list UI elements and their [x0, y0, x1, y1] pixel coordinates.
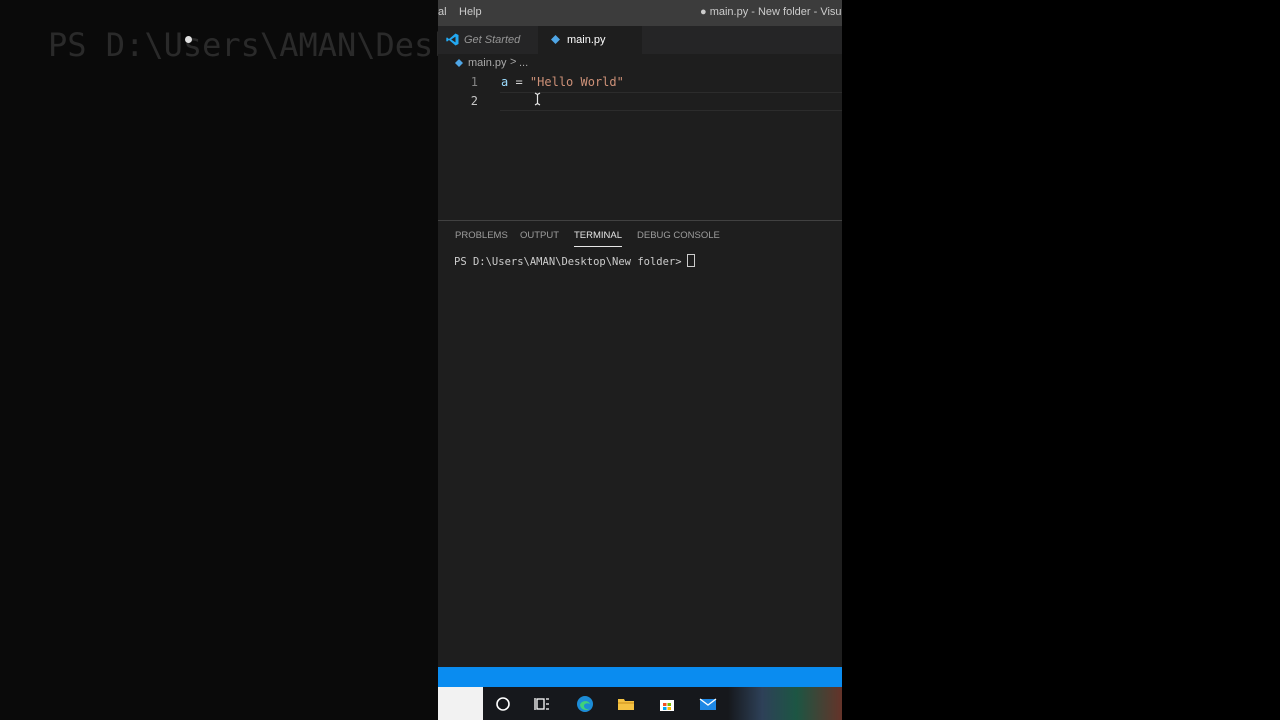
panel-tabs: PROBLEMS OUTPUT TERMINAL DEBUG CONSOLE: [438, 221, 842, 249]
terminal[interactable]: PS D:\Users\AMAN\Desktop\New folder>: [438, 249, 842, 667]
right-blur-backdrop: [842, 0, 1280, 720]
python-file-icon: [455, 59, 463, 67]
menu-terminal[interactable]: al: [438, 6, 447, 18]
task-view-icon[interactable]: [534, 695, 552, 713]
python-file-icon: [551, 35, 560, 44]
edge-icon[interactable]: [576, 695, 594, 713]
blurred-taskbar-icons: [728, 687, 842, 720]
current-line-highlight: [500, 92, 842, 111]
left-blur-backdrop: PS D:\Users\AMAN\Desk: [0, 0, 438, 720]
breadcrumb-file[interactable]: main.py: [468, 57, 507, 69]
breadcrumb-rest[interactable]: ...: [519, 57, 528, 69]
tab-problems[interactable]: PROBLEMS: [455, 230, 508, 241]
text-cursor-icon: [534, 92, 541, 106]
tab-debug-console[interactable]: DEBUG CONSOLE: [637, 230, 720, 241]
tab-get-started[interactable]: Get Started: [438, 26, 538, 54]
window-title: ● main.py - New folder - Visual S: [700, 6, 842, 18]
line-number: 1: [470, 75, 478, 89]
store-icon[interactable]: [658, 695, 676, 713]
vscode-logo-icon: [446, 33, 459, 46]
menu-help[interactable]: Help: [459, 6, 482, 18]
tab-output[interactable]: OUTPUT: [520, 230, 559, 241]
vscode-window: al Help ● main.py - New folder - Visual …: [185, 0, 842, 720]
code-string: "Hello World": [529, 75, 624, 89]
terminal-prompt: PS D:\Users\AMAN\Desktop\New folder>: [454, 256, 682, 268]
terminal-cursor: [686, 254, 695, 267]
code-operator: =: [508, 75, 530, 89]
editor-tabs: Get Started main.py: [185, 26, 842, 54]
windows-taskbar: [438, 687, 842, 720]
file-explorer-icon[interactable]: [617, 695, 635, 713]
tab-terminal[interactable]: TERMINAL: [574, 230, 623, 247]
tab-terminal-label: TERMINAL: [574, 230, 623, 241]
mail-icon[interactable]: [699, 695, 717, 713]
menu-bar: al Help ● main.py - New folder - Visual …: [438, 0, 842, 26]
chevron-right-icon: >: [510, 56, 517, 68]
ghost-terminal-text: PS D:\Users\AMAN\Desk: [48, 26, 438, 64]
active-tab-underline: [574, 246, 623, 247]
tab-main-py-label: main.py: [567, 34, 606, 46]
status-bar: [438, 667, 842, 687]
terminal-line: PS D:\Users\AMAN\Desktop\New folder>: [454, 254, 695, 268]
code-editor[interactable]: 1 2 a = "Hello World": [438, 74, 842, 220]
breadcrumb: main.py > ...: [438, 54, 842, 74]
search-circle-icon[interactable]: [494, 695, 512, 713]
start-button[interactable]: [438, 687, 483, 720]
code-line-1: a = "Hello World": [501, 75, 624, 89]
tab-get-started-label: Get Started: [464, 34, 521, 46]
tab-main-py[interactable]: main.py: [185, 26, 642, 54]
line-number: 2: [470, 94, 478, 108]
